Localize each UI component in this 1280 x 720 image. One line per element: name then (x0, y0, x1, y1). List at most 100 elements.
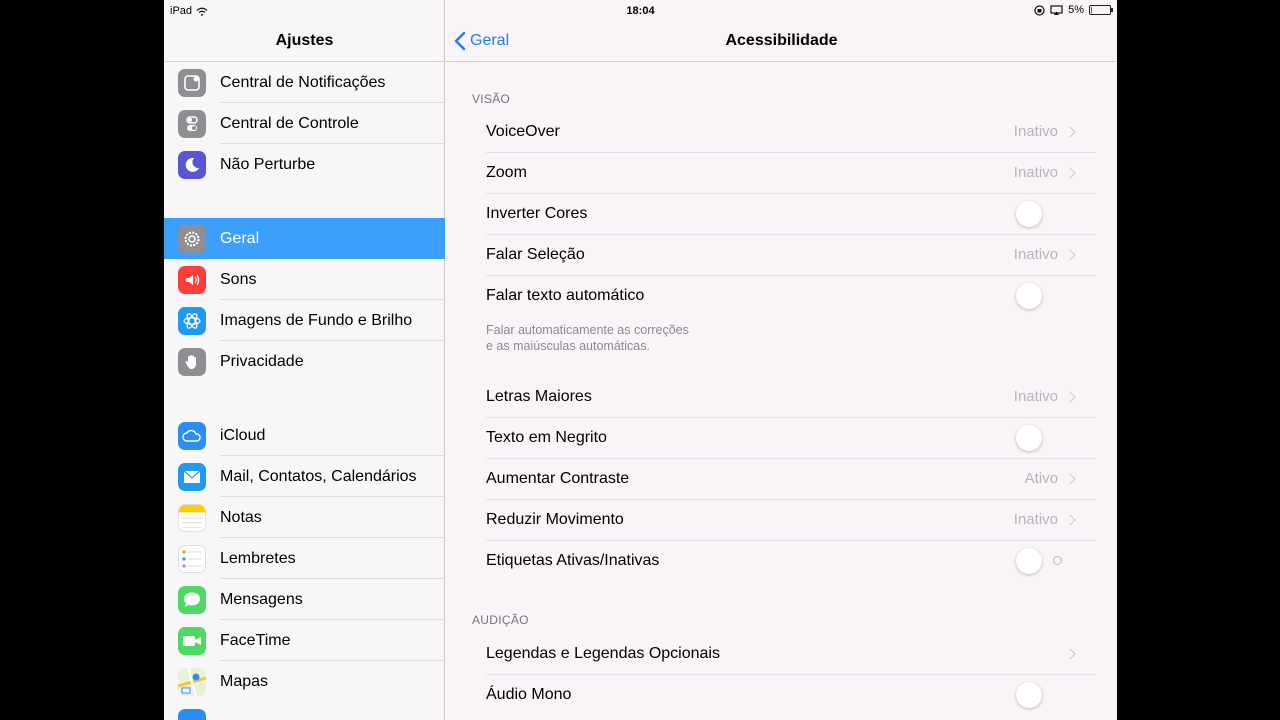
notifications-icon (178, 68, 206, 97)
row-label: Falar Seleção (486, 245, 585, 263)
sidebar-item-label: Geral (220, 230, 260, 247)
row-label: Legendas e Legendas Opcionais (486, 644, 720, 662)
notes-icon (178, 503, 206, 532)
sidebar-item-label: Lembretes (220, 538, 445, 579)
back-button[interactable]: Geral (454, 22, 509, 60)
row-voiceover[interactable]: VoiceOver Inativo (486, 111, 1096, 152)
gear-icon (178, 224, 206, 253)
chevron-right-icon (1064, 472, 1076, 485)
sidebar-item-label: FaceTime (220, 620, 445, 661)
sidebar-item-label: Mail, Contatos, Calendários (220, 456, 445, 497)
speak-auto-text-footnote: Falar automaticamente as correções e as … (486, 322, 786, 354)
orientation-lock-icon (1034, 4, 1045, 16)
status-bar: iPad 18:04 5% (164, 0, 1117, 22)
chevron-right-icon (1064, 390, 1076, 403)
sidebar-item-messages[interactable]: Mensagens (164, 579, 445, 620)
control-center-icon (178, 109, 206, 138)
row-label: Texto em Negrito (486, 428, 607, 446)
cloud-icon (178, 421, 206, 450)
row-larger-text[interactable]: Letras Maiores Inativo (486, 376, 1096, 417)
row-label: Letras Maiores (486, 387, 592, 405)
invert-colors-toggle[interactable] (1016, 200, 1062, 228)
toggle-knob (1016, 200, 1042, 227)
sidebar-title: Ajustes (275, 32, 334, 49)
maps-icon (178, 667, 206, 696)
speaker-icon (178, 265, 206, 294)
row-bold-text: Texto em Negrito (486, 417, 1096, 458)
sidebar-item-label: Notas (220, 497, 445, 538)
chevron-right-icon (1064, 647, 1076, 660)
status-time: 18:04 (626, 5, 655, 17)
sidebar-item-facetime[interactable]: FaceTime (164, 620, 445, 661)
status-right: 5% (1034, 4, 1113, 16)
sidebar-item-icloud[interactable]: iCloud (164, 415, 445, 456)
row-value: Inativo (1013, 246, 1058, 263)
sidebar-item-control-center[interactable]: Central de Controle (164, 103, 445, 144)
moon-icon (178, 150, 206, 179)
hand-icon (178, 347, 206, 376)
sidebar-next-item-icon (178, 709, 206, 720)
mono-audio-toggle[interactable] (1016, 681, 1062, 709)
sidebar-item-label: Privacidade (220, 353, 304, 370)
row-label: Reduzir Movimento (486, 510, 624, 528)
bold-text-toggle[interactable] (1016, 424, 1062, 452)
sidebar-item-notes[interactable]: Notas (164, 497, 445, 538)
accessibility-pane: Geral Acessibilidade VISÃO VoiceOver Ina… (446, 0, 1117, 720)
sidebar-item-mail[interactable]: Mail, Contatos, Calendários (164, 456, 445, 497)
sidebar-item-label: Mapas (220, 673, 269, 690)
sidebar-item-label: Central de Notificações (220, 62, 445, 103)
row-label: Inverter Cores (486, 204, 588, 222)
section-header-hearing: AUDIÇÃO (472, 613, 529, 627)
sidebar-item-label: Sons (220, 259, 445, 300)
messages-icon (178, 585, 206, 614)
row-label: Aumentar Contraste (486, 469, 630, 487)
sidebar-item-label: Mensagens (220, 579, 445, 620)
row-speak-auto-text: Falar texto automático (486, 275, 1096, 316)
chevron-right-icon (1064, 248, 1076, 261)
row-value: Inativo (1013, 511, 1058, 528)
sidebar-item-do-not-disturb[interactable]: Não Perturbe (164, 144, 445, 185)
sidebar-item-sounds[interactable]: Sons (164, 259, 445, 300)
row-zoom[interactable]: Zoom Inativo (486, 152, 1096, 193)
row-speak-selection[interactable]: Falar Seleção Inativo (486, 234, 1096, 275)
toggle-knob (1016, 681, 1042, 708)
sidebar-item-maps[interactable]: Mapas (164, 661, 445, 702)
sidebar-item-label: Não Perturbe (220, 156, 316, 173)
row-increase-contrast[interactable]: Aumentar Contraste Ativo (486, 458, 1096, 499)
sidebar-item-notification-center[interactable]: Central de Notificações (164, 62, 445, 103)
section-header-vision: VISÃO (472, 92, 511, 106)
battery-percent: 5% (1068, 4, 1084, 16)
row-value: Inativo (1013, 388, 1058, 405)
back-label: Geral (470, 32, 510, 49)
battery-icon (1089, 5, 1113, 15)
wallpaper-icon (178, 306, 206, 335)
sidebar-item-general[interactable]: Geral (164, 218, 445, 259)
chevron-right-icon (1064, 513, 1076, 526)
off-label-icon (1053, 555, 1062, 565)
ipad-screen: Ajustes Central de Notificações Central … (164, 0, 1117, 720)
sidebar-item-privacy[interactable]: Privacidade (164, 341, 445, 382)
row-label: Áudio Mono (486, 685, 572, 703)
chevron-right-icon (1064, 125, 1076, 138)
row-value: Inativo (1013, 123, 1058, 140)
row-label: Zoom (486, 163, 527, 181)
sidebar-item-label: Imagens de Fundo e Brilho (220, 300, 445, 341)
speak-auto-text-toggle[interactable] (1016, 282, 1062, 310)
row-reduce-motion[interactable]: Reduzir Movimento Inativo (486, 499, 1096, 540)
toggle-knob (1016, 282, 1042, 309)
row-on-off-labels: Etiquetas Ativas/Inativas (486, 540, 1096, 581)
row-mono-audio: Áudio Mono (486, 674, 1096, 715)
sidebar-item-wallpaper[interactable]: Imagens de Fundo e Brilho (164, 300, 445, 341)
row-value: Ativo (1024, 470, 1058, 487)
sidebar-header: Ajustes (164, 22, 445, 62)
row-label: Falar texto automático (486, 286, 645, 304)
footnote-line: Falar automaticamente as correções (486, 323, 689, 337)
footnote-line: e as maiúsculas automáticas. (486, 339, 650, 353)
toggle-knob (1016, 547, 1042, 574)
row-subtitles-captioning[interactable]: Legendas e Legendas Opcionais (486, 633, 1096, 674)
chevron-left-icon (454, 31, 466, 51)
on-off-labels-toggle[interactable] (1016, 547, 1062, 575)
sidebar-item-label: Central de Controle (220, 103, 445, 144)
mail-icon (178, 462, 206, 491)
sidebar-item-reminders[interactable]: Lembretes (164, 538, 445, 579)
